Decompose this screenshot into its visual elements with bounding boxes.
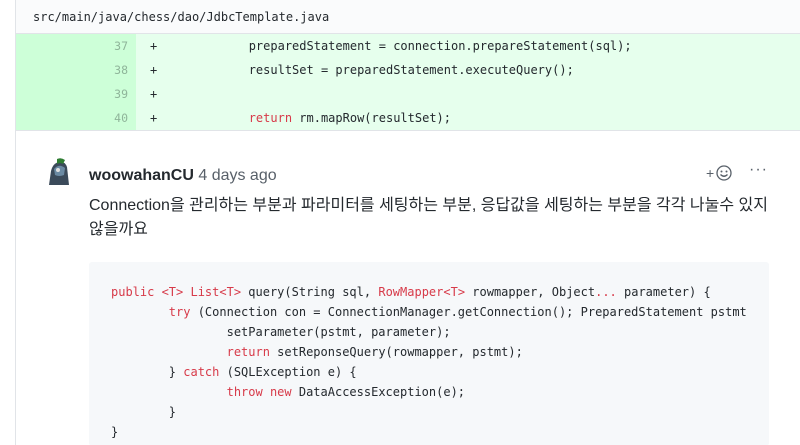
code-snippet-line: } bbox=[111, 402, 769, 422]
code-snippet-line: throw new DataAccessException(e); bbox=[111, 382, 769, 402]
line-number[interactable]: 40 bbox=[16, 106, 136, 130]
added-marker: + bbox=[150, 39, 158, 53]
code-text: setReponseQuery(rowmapper, pstmt); bbox=[269, 345, 523, 359]
code-snippet-line: try (Connection con = ConnectionManager.… bbox=[111, 302, 769, 322]
code-text: rowmapper, Object bbox=[465, 285, 596, 299]
comment-header: woowahanCU 4 days ago bbox=[89, 167, 277, 185]
kebab-icon[interactable]: ··· bbox=[749, 161, 768, 179]
plus-text: + bbox=[706, 165, 715, 181]
code-text: } bbox=[111, 365, 184, 379]
code-text: query(String sql, bbox=[241, 285, 379, 299]
avatar[interactable] bbox=[45, 157, 73, 185]
code-text: (Connection con = ConnectionManager.getC… bbox=[190, 305, 747, 319]
comment-author[interactable]: woowahanCU bbox=[89, 167, 194, 184]
code-text: DataAccessException(e); bbox=[291, 385, 466, 399]
code-snippet-line: public <T> List<T> query(String sql, Row… bbox=[111, 282, 769, 302]
code-snippet-line: } catch (SQLException e) { bbox=[111, 362, 769, 382]
code-text: } bbox=[111, 425, 119, 439]
line-number[interactable]: 39 bbox=[16, 82, 136, 106]
code-keyword: <T> List<T> bbox=[161, 285, 242, 299]
diff-line: 39 + bbox=[16, 82, 800, 106]
code-snippet-line: setParameter(pstmt, parameter); bbox=[111, 322, 769, 342]
comment-timestamp[interactable]: 4 days ago bbox=[198, 167, 276, 184]
diff-line: 40 + return rm.mapRow(resultSet); bbox=[16, 106, 800, 130]
code-text: setParameter(pstmt, parameter); bbox=[111, 325, 451, 339]
line-number[interactable]: 37 bbox=[16, 34, 136, 58]
code-snippet-line: } bbox=[111, 422, 769, 442]
code-line: preparedStatement = connection.prepareSt… bbox=[162, 39, 632, 53]
code-keyword: ... bbox=[595, 285, 617, 299]
code-text: rm.mapRow(resultSet); bbox=[292, 111, 452, 125]
avatar-image bbox=[45, 157, 73, 185]
added-marker: + bbox=[150, 111, 158, 125]
diff-line: 38 + resultSet = preparedStatement.execu… bbox=[16, 58, 800, 82]
code-keyword: public bbox=[111, 285, 162, 299]
code-keyword: return bbox=[226, 345, 270, 359]
file-header: src/main/java/chess/dao/JdbcTemplate.jav… bbox=[15, 0, 800, 34]
code-keyword: catch bbox=[183, 365, 220, 379]
code-keyword: RowMapper<T> bbox=[378, 285, 466, 299]
add-reaction-button[interactable]: + bbox=[706, 165, 732, 181]
code-text: } bbox=[111, 405, 177, 419]
line-number[interactable]: 38 bbox=[16, 58, 136, 82]
diff-line: 37 + preparedStatement = connection.prep… bbox=[16, 34, 800, 58]
added-marker: + bbox=[150, 87, 158, 101]
code-text: parameter) { bbox=[616, 285, 711, 299]
comment-body: Connection을 관리하는 부분과 파라미터를 세팅하는 부분, 응답값을… bbox=[89, 197, 768, 238]
smiley-icon bbox=[716, 165, 732, 181]
review-comment: woowahanCU 4 days ago + ··· Connection을 … bbox=[15, 130, 800, 445]
code-text: (SQLException e) { bbox=[219, 365, 357, 379]
code-keyword: throw new bbox=[226, 385, 292, 399]
file-path[interactable]: src/main/java/chess/dao/JdbcTemplate.jav… bbox=[33, 10, 329, 24]
added-marker: + bbox=[150, 63, 158, 77]
code-keyword: try bbox=[168, 305, 191, 319]
code-snippet: public <T> List<T> query(String sql, Row… bbox=[89, 262, 769, 445]
code-line: return rm.mapRow(resultSet); bbox=[152, 111, 451, 125]
code-line: resultSet = preparedStatement.executeQue… bbox=[162, 63, 574, 77]
code-snippet-line: return setReponseQuery(rowmapper, pstmt)… bbox=[111, 342, 769, 362]
diff-hunk: 37 + preparedStatement = connection.prep… bbox=[15, 34, 800, 130]
code-keyword: return bbox=[248, 111, 293, 125]
